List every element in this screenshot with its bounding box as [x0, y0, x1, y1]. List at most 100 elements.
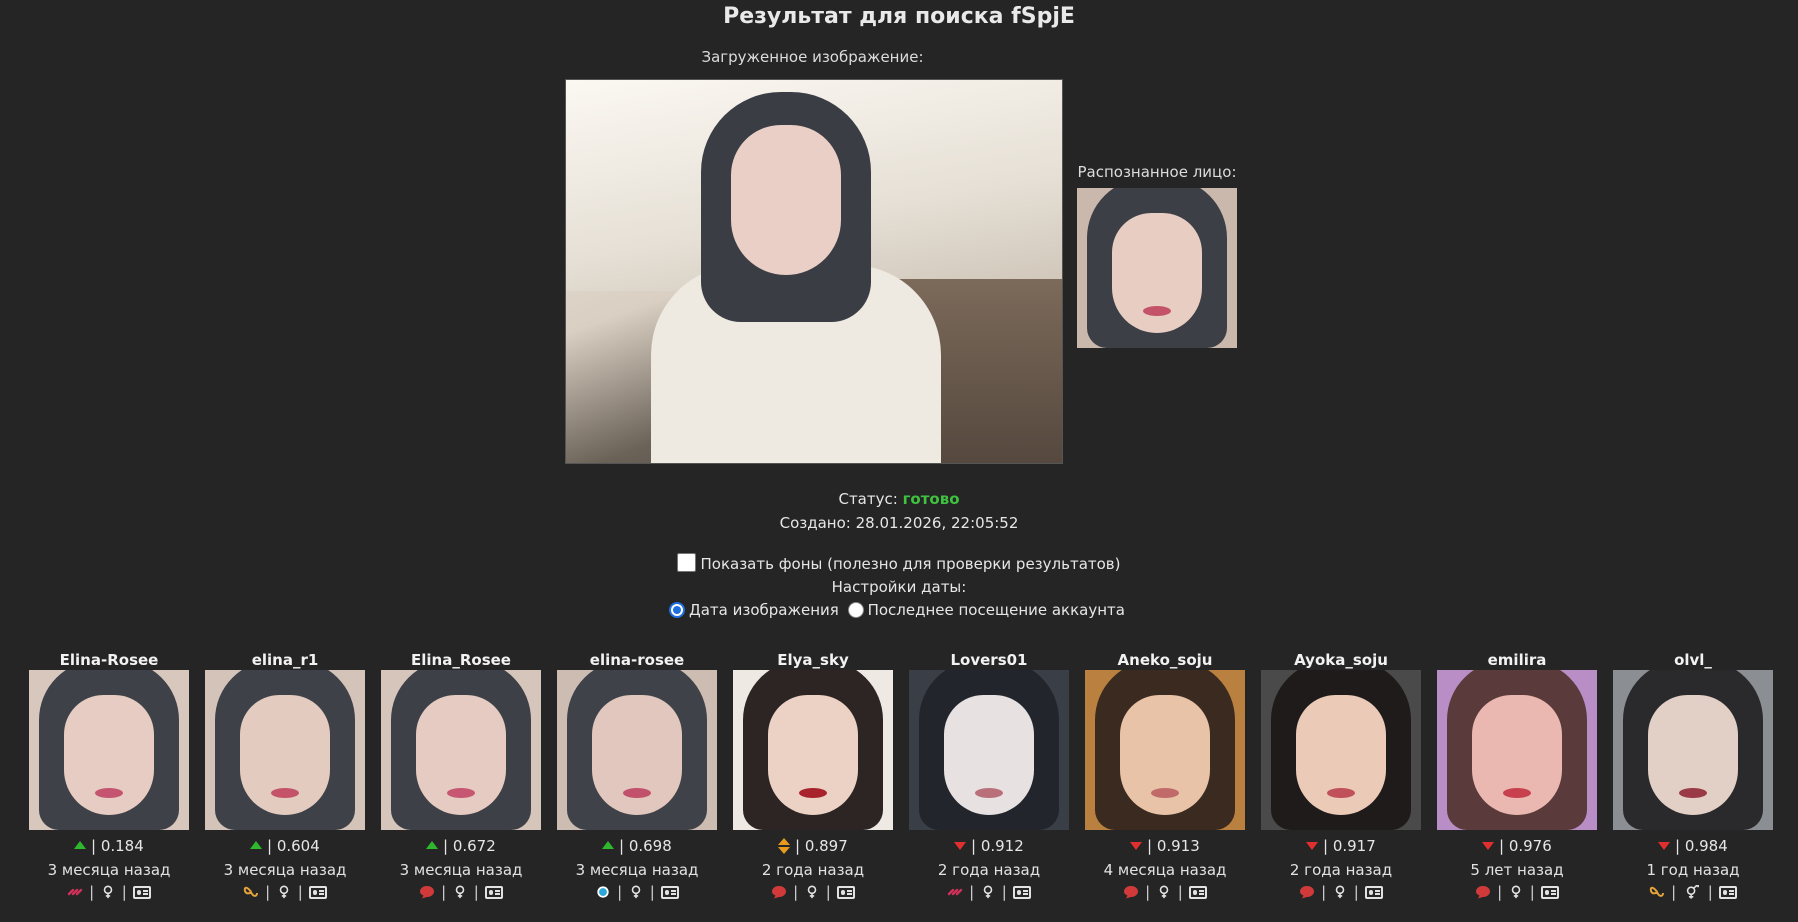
- radio-last-visit-label[interactable]: Последнее посещение аккаунта: [868, 601, 1125, 619]
- result-username[interactable]: Elina_Rosee: [380, 650, 542, 670]
- recognized-face-image: [1077, 188, 1237, 348]
- result-thumbnail[interactable]: [1613, 670, 1773, 830]
- result-score: | 0.984: [1612, 836, 1774, 856]
- result-card[interactable]: elina-rosee | 0.698 3 месяца назад | |: [556, 650, 718, 902]
- female-icon: [279, 885, 289, 899]
- result-date: 2 года назад: [937, 861, 1041, 879]
- result-thumbnail[interactable]: [909, 670, 1069, 830]
- result-score: | 0.913: [1084, 836, 1246, 856]
- female-icon: [103, 885, 113, 899]
- result-card[interactable]: Lovers01 | 0.912 2 года назад | |: [908, 650, 1070, 902]
- arrow-up-down-icon: [778, 838, 791, 854]
- result-score: | 0.672: [380, 836, 542, 856]
- uploaded-image: [565, 79, 1063, 464]
- result-username[interactable]: emilira: [1436, 650, 1598, 670]
- result-username[interactable]: olvl_: [1612, 650, 1774, 670]
- result-date: 4 месяца назад: [1103, 861, 1227, 879]
- result-card[interactable]: Elina_Rosee | 0.672 3 месяца назад | |: [380, 650, 542, 902]
- result-thumbnail[interactable]: [557, 670, 717, 830]
- butterfly-icon[interactable]: [1649, 885, 1665, 899]
- result-card[interactable]: Ayoka_soju | 0.917 2 года назад | |: [1260, 650, 1422, 902]
- female-icon: [1335, 885, 1345, 899]
- profile-card-icon[interactable]: [1718, 886, 1737, 899]
- chat-bubble-icon[interactable]: [1475, 885, 1491, 899]
- recognized-face-label: Распознанное лицо:: [1077, 163, 1237, 181]
- chat-bubble-icon[interactable]: [771, 885, 787, 899]
- profile-card-icon[interactable]: [1012, 886, 1031, 899]
- result-icons: | |: [1260, 882, 1422, 902]
- result-thumbnail[interactable]: [205, 670, 365, 830]
- profile-card-icon[interactable]: [1188, 886, 1207, 899]
- chat-bubble-icon[interactable]: [1123, 885, 1139, 899]
- show-backgrounds-label[interactable]: Показать фоны (полезно для проверки резу…: [700, 555, 1120, 573]
- arrow-down-icon: [1306, 842, 1319, 850]
- result-icons: | |: [1084, 882, 1246, 902]
- result-icons: | |: [556, 882, 718, 902]
- radio-last-visit[interactable]: [847, 602, 864, 618]
- result-icons: | |: [1436, 882, 1598, 902]
- result-username[interactable]: Ayoka_soju: [1260, 650, 1422, 670]
- result-score: | 0.604: [204, 836, 366, 856]
- result-card[interactable]: Elya_sky | 0.897 2 года назад | |: [732, 650, 894, 902]
- profile-card-icon[interactable]: [132, 886, 151, 899]
- link-icon[interactable]: [67, 885, 83, 899]
- profile-card-icon[interactable]: [308, 886, 327, 899]
- arrow-down-icon: [1482, 842, 1495, 850]
- result-card[interactable]: emilira | 0.976 5 лет назад | |: [1436, 650, 1598, 902]
- result-card[interactable]: olvl_ | 0.984 1 год назад | |: [1612, 650, 1774, 902]
- profile-card-icon[interactable]: [660, 886, 679, 899]
- result-card[interactable]: elina_r1 | 0.604 3 месяца назад | |: [204, 650, 366, 902]
- arrow-down-icon: [954, 842, 967, 850]
- circle-icon[interactable]: [595, 885, 611, 899]
- profile-card-icon[interactable]: [836, 886, 855, 899]
- result-thumbnail[interactable]: [29, 670, 189, 830]
- result-date: 2 года назад: [761, 861, 865, 879]
- profile-card-icon[interactable]: [1364, 886, 1383, 899]
- result-username[interactable]: elina-rosee: [556, 650, 718, 670]
- result-date: 2 года назад: [1289, 861, 1393, 879]
- female-icon: [983, 885, 993, 899]
- chat-bubble-icon[interactable]: [419, 885, 435, 899]
- page-title: Результат для поиска fSpjE: [723, 4, 1075, 29]
- result-score: | 0.976: [1436, 836, 1598, 856]
- radio-image-date-label[interactable]: Дата изображения: [689, 601, 839, 619]
- result-thumbnail[interactable]: [1085, 670, 1245, 830]
- arrow-up-icon: [426, 841, 439, 849]
- result-icons: | |: [908, 882, 1070, 902]
- result-thumbnail[interactable]: [1437, 670, 1597, 830]
- chat-bubble-icon[interactable]: [1299, 885, 1315, 899]
- result-date: 1 год назад: [1646, 861, 1740, 879]
- radio-image-date[interactable]: [669, 602, 685, 618]
- result-date: 3 месяца назад: [223, 861, 347, 879]
- result-date: 3 месяца назад: [399, 861, 523, 879]
- show-backgrounds-row: Показать фоны (полезно для проверки резу…: [0, 553, 1798, 573]
- status-label: Статус:: [838, 490, 898, 508]
- result-score: | 0.897: [732, 836, 894, 856]
- result-username[interactable]: Aneko_soju: [1084, 650, 1246, 670]
- result-card[interactable]: Elina-Rosee | 0.184 3 месяца назад | |: [28, 650, 190, 902]
- female-icon: [631, 885, 641, 899]
- result-icons: | |: [28, 882, 190, 902]
- results-grid: Elina-Rosee | 0.184 3 месяца назад | | e…: [28, 650, 1778, 922]
- arrow-up-icon: [602, 841, 615, 849]
- result-card[interactable]: Aneko_soju | 0.913 4 месяца назад | |: [1084, 650, 1246, 902]
- result-username[interactable]: Elya_sky: [732, 650, 894, 670]
- result-icons: | |: [204, 882, 366, 902]
- show-backgrounds-checkbox[interactable]: [677, 553, 697, 572]
- male-female-icon: [1686, 885, 1699, 899]
- profile-card-icon[interactable]: [1540, 886, 1559, 899]
- result-icons: | |: [732, 882, 894, 902]
- result-username[interactable]: Elina-Rosee: [28, 650, 190, 670]
- result-thumbnail[interactable]: [733, 670, 893, 830]
- result-thumbnail[interactable]: [381, 670, 541, 830]
- profile-card-icon[interactable]: [484, 886, 503, 899]
- link-icon[interactable]: [947, 885, 963, 899]
- result-username[interactable]: elina_r1: [204, 650, 366, 670]
- butterfly-icon[interactable]: [243, 885, 259, 899]
- status-line: Статус: готово: [0, 490, 1798, 508]
- result-username[interactable]: Lovers01: [908, 650, 1070, 670]
- result-score: | 0.917: [1260, 836, 1422, 856]
- result-thumbnail[interactable]: [1261, 670, 1421, 830]
- result-score: | 0.698: [556, 836, 718, 856]
- result-score: | 0.912: [908, 836, 1070, 856]
